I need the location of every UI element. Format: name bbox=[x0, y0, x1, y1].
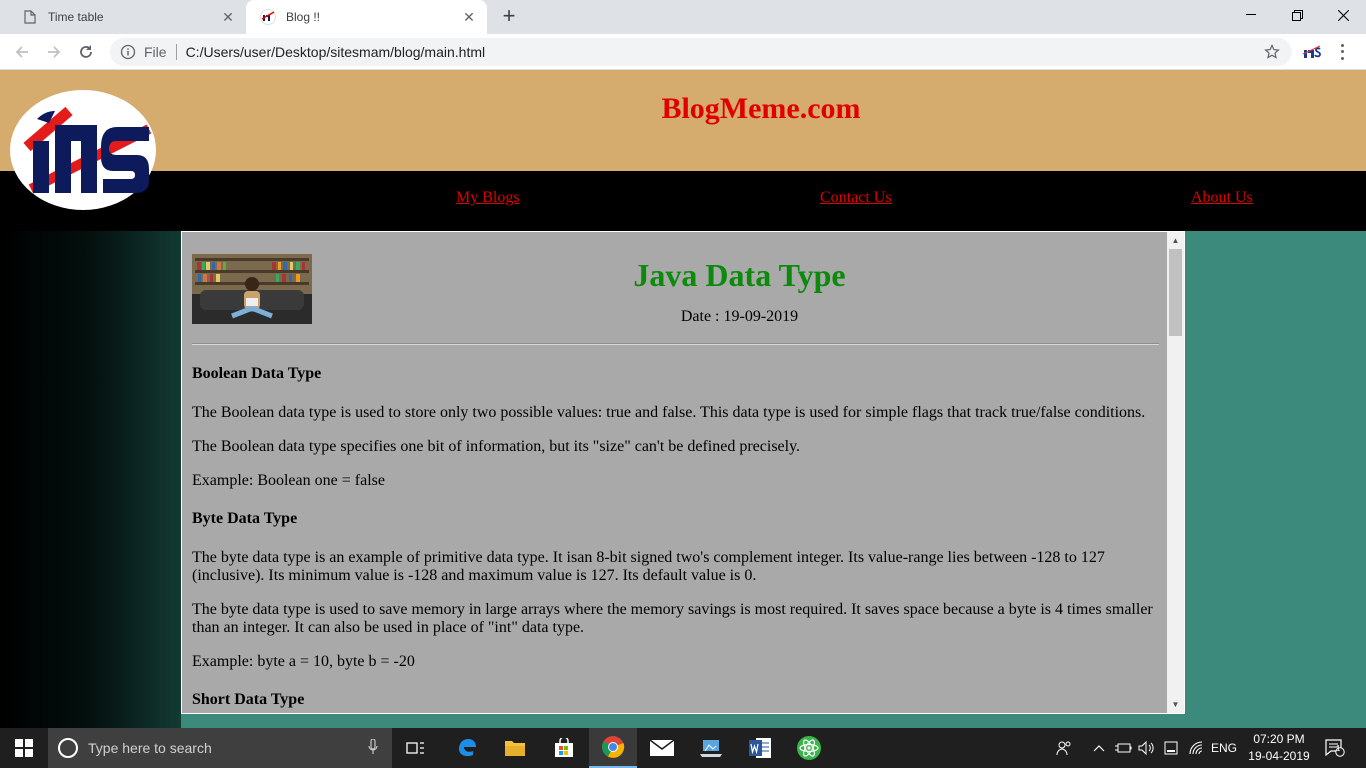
tab-title: Time table bbox=[48, 10, 104, 24]
blog-content-panel[interactable]: Java Data Type Date : 19-09-2019 Boolean… bbox=[181, 231, 1185, 714]
nav-about-us[interactable]: About Us bbox=[1191, 189, 1253, 207]
store-icon[interactable] bbox=[540, 728, 588, 768]
display-icon[interactable] bbox=[1161, 728, 1181, 768]
paragraph: The Boolean data type is used to store o… bbox=[192, 404, 1146, 421]
post-body: Java Data Type Date : 19-09-2019 Boolean… bbox=[182, 232, 1167, 709]
tab-blog[interactable]: Blog !! ✕ bbox=[246, 0, 487, 34]
tab-close-icon[interactable]: ✕ bbox=[218, 7, 238, 27]
reload-icon[interactable] bbox=[72, 38, 100, 66]
back-icon[interactable] bbox=[8, 38, 36, 66]
section-heading: Short Data Type bbox=[192, 691, 305, 708]
system-clock[interactable]: 07:20 PM 19-04-2019 bbox=[1240, 731, 1318, 765]
extension-icon[interactable] bbox=[1302, 43, 1322, 61]
section-heading: Byte Data Type bbox=[192, 510, 298, 527]
taskbar-search[interactable]: Type here to search bbox=[48, 728, 392, 768]
post-title: Java Data Type bbox=[633, 257, 846, 293]
atom-icon[interactable] bbox=[785, 728, 833, 768]
people-icon[interactable] bbox=[1052, 728, 1076, 768]
star-icon[interactable] bbox=[1264, 44, 1280, 60]
minimize-icon[interactable] bbox=[1228, 0, 1274, 30]
tab-close-icon[interactable]: ✕ bbox=[459, 7, 479, 27]
site-title: BlogMeme.com bbox=[661, 92, 861, 125]
clock-date: 19-04-2019 bbox=[1248, 749, 1310, 763]
site-logo bbox=[9, 89, 157, 211]
volume-icon[interactable] bbox=[1136, 728, 1158, 768]
paragraph: Example: byte a = 10, byte b = -20 bbox=[192, 653, 415, 670]
info-icon[interactable] bbox=[120, 44, 136, 60]
laptop-icon[interactable] bbox=[687, 728, 735, 768]
cortana-icon bbox=[58, 738, 78, 758]
nav-my-blogs[interactable]: My Blogs bbox=[456, 189, 520, 207]
battery-icon[interactable] bbox=[1112, 728, 1134, 768]
edge-icon[interactable] bbox=[443, 728, 491, 768]
paragraph: The byte data type is used to save memor… bbox=[192, 601, 1153, 636]
browser-tabstrip: Time table ✕ Blog !! ✕ + bbox=[0, 0, 1366, 34]
menu-icon[interactable] bbox=[1336, 42, 1348, 62]
post-date: Date : 19-09-2019 bbox=[680, 308, 799, 325]
restore-icon[interactable] bbox=[1274, 0, 1320, 30]
url-text[interactable]: C:/Users/user/Desktop/sitesmam/blog/main… bbox=[186, 44, 486, 60]
task-view-icon[interactable] bbox=[392, 728, 440, 768]
divider bbox=[192, 343, 1159, 345]
word-icon[interactable] bbox=[736, 728, 784, 768]
web-page: BlogMeme.com My Blogs Contact Us About U… bbox=[0, 70, 1366, 728]
close-icon[interactable] bbox=[1320, 0, 1366, 30]
chevron-up-icon[interactable] bbox=[1090, 728, 1108, 768]
windows-start-icon[interactable] bbox=[0, 728, 48, 768]
mail-icon[interactable] bbox=[638, 728, 686, 768]
tab-title: Blog !! bbox=[286, 10, 321, 24]
separator bbox=[175, 44, 177, 60]
paragraph: The Boolean data type specifies one bit … bbox=[192, 438, 801, 455]
language-indicator[interactable]: ENG bbox=[1208, 728, 1240, 768]
nav-contact-us[interactable]: Contact Us bbox=[820, 189, 892, 207]
paragraph: Example: Boolean one = false bbox=[192, 472, 385, 489]
chrome-icon[interactable] bbox=[589, 728, 637, 768]
paragraph: The byte data type is an example of prim… bbox=[192, 549, 1105, 584]
content-scrollbar[interactable]: ▲ ▼ bbox=[1167, 232, 1184, 713]
browser-toolbar: File C:/Users/user/Desktop/sitesmam/blog… bbox=[0, 34, 1366, 70]
search-placeholder: Type here to search bbox=[88, 740, 212, 756]
scrollbar-thumb[interactable] bbox=[1169, 249, 1182, 336]
scroll-down-icon[interactable]: ▼ bbox=[1167, 696, 1184, 713]
document-icon bbox=[22, 9, 38, 25]
notification-center-icon[interactable]: 1 bbox=[1320, 728, 1350, 768]
site-favicon-icon bbox=[260, 9, 276, 25]
tab-time-table[interactable]: Time table ✕ bbox=[8, 0, 246, 34]
forward-icon[interactable] bbox=[40, 38, 68, 66]
side-gradient bbox=[0, 231, 181, 728]
microphone-icon[interactable] bbox=[368, 739, 378, 755]
notification-count: 1 bbox=[1336, 744, 1341, 753]
scroll-up-icon[interactable]: ▲ bbox=[1167, 232, 1184, 249]
site-nav: My Blogs Contact Us About Us bbox=[0, 171, 1366, 231]
taskbar: Type here to search ENG 07:20 PM 19-04-2… bbox=[0, 728, 1366, 768]
site-header: BlogMeme.com bbox=[0, 70, 1366, 171]
section-heading: Boolean Data Type bbox=[192, 365, 322, 382]
file-explorer-icon[interactable] bbox=[491, 728, 539, 768]
scheme-label: File bbox=[144, 44, 167, 60]
wifi-icon[interactable] bbox=[1185, 728, 1207, 768]
new-tab-button[interactable]: + bbox=[496, 5, 522, 29]
clock-time: 07:20 PM bbox=[1253, 732, 1305, 746]
address-bar[interactable]: File C:/Users/user/Desktop/sitesmam/blog… bbox=[110, 38, 1292, 66]
